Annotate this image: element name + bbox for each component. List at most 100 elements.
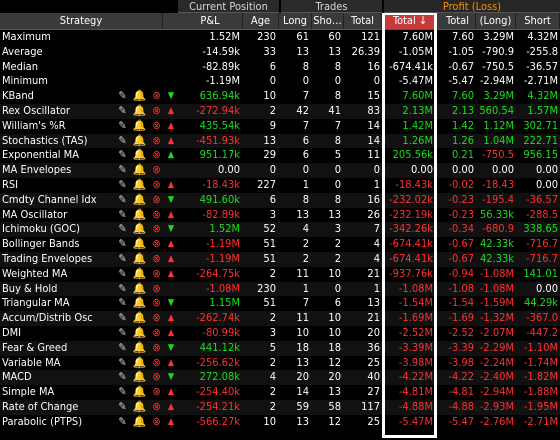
strategy-name[interactable]: Exponential MA [0,148,114,163]
remove-circle-icon[interactable]: ⊗ [148,119,165,134]
remove-circle-icon[interactable]: ⊗ [148,415,165,430]
table-row[interactable]: Cmdty Channel Idx ✎ 🔔 ⊗ ▼ 491.60k 6 8 8 … [0,192,560,208]
table-row[interactable]: Ichimoku (GOC) ✎ 🔔 ⊗ ▼ 1.52M 52 4 3 7 -3… [0,222,560,238]
strategy-name[interactable]: Ichimoku (GOC) [0,222,114,237]
strategy-name[interactable]: MA Oscillator [0,208,114,223]
strategy-name[interactable]: DMI [0,326,114,341]
strategy-name[interactable]: Stochastics (TAS) [0,134,114,149]
pencil-icon[interactable]: ✎ [114,341,131,356]
remove-circle-icon[interactable]: ⊗ [148,178,165,193]
strategy-name[interactable]: MA Envelopes [0,163,114,178]
remove-circle-icon[interactable]: ⊗ [148,134,165,149]
table-row[interactable]: Weighted MA ✎ 🔔 ⊗ ▲ -264.75k 2 11 10 21 … [0,267,560,282]
remove-circle-icon[interactable]: ⊗ [148,370,165,385]
remove-circle-icon[interactable]: ⊗ [148,208,165,223]
header-strategy[interactable]: Strategy [0,13,163,29]
table-row[interactable]: Fear & Greed ✎ 🔔 ⊗ ▼ 441.12k 5 18 18 36 … [0,340,560,356]
table-row[interactable]: Rate of Change ✎ 🔔 ⊗ ▲ -254.21k 2 59 58 … [0,399,560,415]
pencil-icon[interactable]: ✎ [114,104,131,119]
table-row[interactable]: Buy & Hold ✎ 🔔 ⊗ -1.08M 230 1 0 1 -1.08M… [0,281,560,297]
strategy-name[interactable]: MACD [0,370,114,385]
table-row[interactable]: MA Oscillator ✎ 🔔 ⊗ ▲ -82.89k 3 13 13 26… [0,208,560,223]
pencil-icon[interactable]: ✎ [114,163,131,178]
pencil-icon[interactable]: ✎ [114,237,131,252]
pencil-icon[interactable]: ✎ [114,208,131,223]
pencil-icon[interactable]: ✎ [114,148,131,163]
table-row[interactable]: Parabolic (PTPS) ✎ 🔔 ⊗ ▲ -566.27k 10 13 … [0,415,560,430]
pencil-icon[interactable]: ✎ [114,222,131,237]
pencil-icon[interactable]: ✎ [114,193,131,208]
pencil-icon[interactable]: ✎ [114,252,131,267]
table-row[interactable]: Exponential MA ✎ 🔔 ⊗ ▲ 951.17k 29 6 5 11… [0,148,560,163]
table-row[interactable]: Rex Oscillator ✎ 🔔 ⊗ ▲ -272.94k 2 42 41 … [0,103,560,119]
strategy-name[interactable]: Weighted MA [0,267,114,282]
strategy-name[interactable]: Parabolic (PTPS) [0,415,114,430]
pencil-icon[interactable]: ✎ [114,178,131,193]
remove-circle-icon[interactable]: ⊗ [148,311,165,326]
bell-icon[interactable]: 🔔 [131,267,148,282]
pencil-icon[interactable]: ✎ [114,89,131,104]
bell-icon[interactable]: 🔔 [131,326,148,341]
remove-circle-icon[interactable]: ⊗ [148,341,165,356]
remove-circle-icon[interactable]: ⊗ [148,326,165,341]
remove-circle-icon[interactable]: ⊗ [148,237,165,252]
strategy-name[interactable]: Bollinger Bands [0,237,114,252]
strategy-name[interactable]: RSI [0,178,114,193]
bell-icon[interactable]: 🔔 [131,356,148,371]
strategy-name[interactable]: KBand [0,89,114,104]
bell-icon[interactable]: 🔔 [131,193,148,208]
strategy-name[interactable]: Variable MA [0,356,114,371]
bell-icon[interactable]: 🔔 [131,311,148,326]
strategy-name[interactable]: Trading Envelopes [0,252,114,267]
pencil-icon[interactable]: ✎ [114,119,131,134]
strategy-name[interactable]: Triangular MA [0,296,114,311]
table-row[interactable]: Trading Envelopes ✎ 🔔 ⊗ ▲ -1.19M 51 2 2 … [0,251,560,267]
header-pl[interactable]: P&L [178,13,243,29]
remove-circle-icon[interactable]: ⊗ [148,385,165,400]
remove-circle-icon[interactable]: ⊗ [148,89,165,104]
strategy-name[interactable]: Accum/Distrib Osc [0,311,114,326]
bell-icon[interactable]: 🔔 [131,370,148,385]
pencil-icon[interactable]: ✎ [114,326,131,341]
header-age[interactable]: Age [243,13,279,29]
strategy-name[interactable]: Fear & Greed [0,341,114,356]
pencil-icon[interactable]: ✎ [114,311,131,326]
bell-icon[interactable]: 🔔 [131,163,148,178]
remove-circle-icon[interactable]: ⊗ [148,104,165,119]
bell-icon[interactable]: 🔔 [131,385,148,400]
pencil-icon[interactable]: ✎ [114,356,131,371]
pencil-icon[interactable]: ✎ [114,370,131,385]
remove-circle-icon[interactable]: ⊗ [148,267,165,282]
table-row[interactable]: Variable MA ✎ 🔔 ⊗ ▲ -256.62k 2 13 12 25 … [0,356,560,371]
strategy-name[interactable]: William's %R [0,119,114,134]
bell-icon[interactable]: 🔔 [131,134,148,149]
table-row[interactable]: Simple MA ✎ 🔔 ⊗ ▲ -254.40k 2 14 13 27 -4… [0,385,560,400]
bell-icon[interactable]: 🔔 [131,148,148,163]
header-pl-long[interactable]: (Long) [476,13,516,29]
strategy-name[interactable]: Cmdty Channel Idx [0,193,114,208]
header-short[interactable]: Sho… [312,13,344,29]
pencil-icon[interactable]: ✎ [114,385,131,400]
table-row[interactable]: Triangular MA ✎ 🔔 ⊗ ▼ 1.15M 51 7 6 13 -1… [0,296,560,311]
table-row[interactable]: RSI ✎ 🔔 ⊗ ▲ -18.43k 227 1 0 1 -18.43k -0… [0,178,560,193]
bell-icon[interactable]: 🔔 [131,415,148,430]
strategy-name[interactable]: Rex Oscillator [0,104,114,119]
pencil-icon[interactable]: ✎ [114,415,131,430]
bell-icon[interactable]: 🔔 [131,282,148,297]
table-row[interactable]: Accum/Distrib Osc ✎ 🔔 ⊗ ▲ -262.74k 2 11 … [0,311,560,326]
table-row[interactable]: Bollinger Bands ✎ 🔔 ⊗ ▲ -1.19M 51 2 2 4 … [0,237,560,252]
table-row[interactable]: KBand ✎ 🔔 ⊗ ▼ 636.94k 10 7 8 15 7.60M 7.… [0,89,560,104]
header-long[interactable]: Long [279,13,312,29]
header-total-sorted[interactable]: Total ↓ [384,13,437,29]
remove-circle-icon[interactable]: ⊗ [148,356,165,371]
table-row[interactable]: MA Envelopes ✎ 🔔 ⊗ 0.00 0 0 0 0 0.00 0.0… [0,163,560,178]
bell-icon[interactable]: 🔔 [131,400,148,415]
bell-icon[interactable]: 🔔 [131,296,148,311]
remove-circle-icon[interactable]: ⊗ [148,296,165,311]
remove-circle-icon[interactable]: ⊗ [148,193,165,208]
table-row[interactable]: DMI ✎ 🔔 ⊗ ▲ -80.99k 3 10 10 20 -2.52M -2… [0,326,560,341]
bell-icon[interactable]: 🔔 [131,208,148,223]
bell-icon[interactable]: 🔔 [131,89,148,104]
header-trades-total[interactable]: Total [344,13,382,29]
pencil-icon[interactable]: ✎ [114,296,131,311]
